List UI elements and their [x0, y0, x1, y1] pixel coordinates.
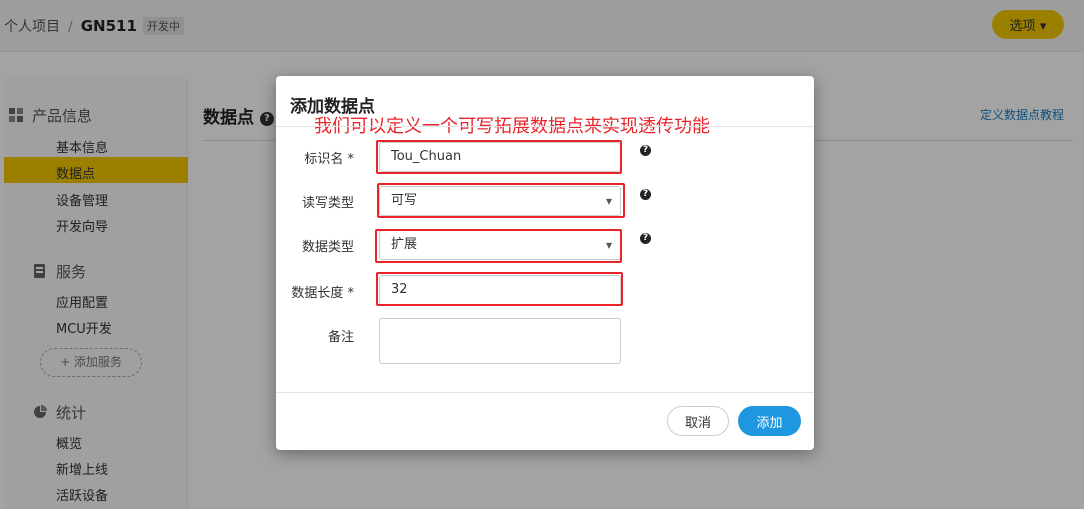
- add-data-point-dialog: 添加数据点 我们可以定义一个可写拓展数据点来实现透传功能 标识名 * Tou_C…: [276, 76, 814, 450]
- highlight-box: [376, 140, 622, 174]
- annotation-text: 我们可以定义一个可写拓展数据点来实现透传功能: [314, 116, 710, 137]
- divider: [276, 126, 814, 127]
- highlight-box: [376, 272, 623, 306]
- data-length-label: 数据长度 *: [291, 286, 354, 301]
- add-button[interactable]: 添加: [738, 406, 801, 436]
- help-icon[interactable]: ?: [640, 189, 651, 200]
- highlight-box: [377, 183, 625, 218]
- rw-type-label: 读写类型: [301, 196, 354, 211]
- highlight-box: [375, 229, 622, 263]
- help-icon[interactable]: ?: [640, 233, 651, 244]
- data-type-label: 数据类型: [301, 240, 354, 255]
- remark-label: 备注: [327, 330, 354, 345]
- identifier-label: 标识名 *: [304, 152, 354, 167]
- help-icon[interactable]: ?: [640, 145, 651, 156]
- cancel-button[interactable]: 取消: [667, 406, 729, 436]
- remark-textarea[interactable]: [379, 318, 621, 364]
- divider: [276, 392, 814, 393]
